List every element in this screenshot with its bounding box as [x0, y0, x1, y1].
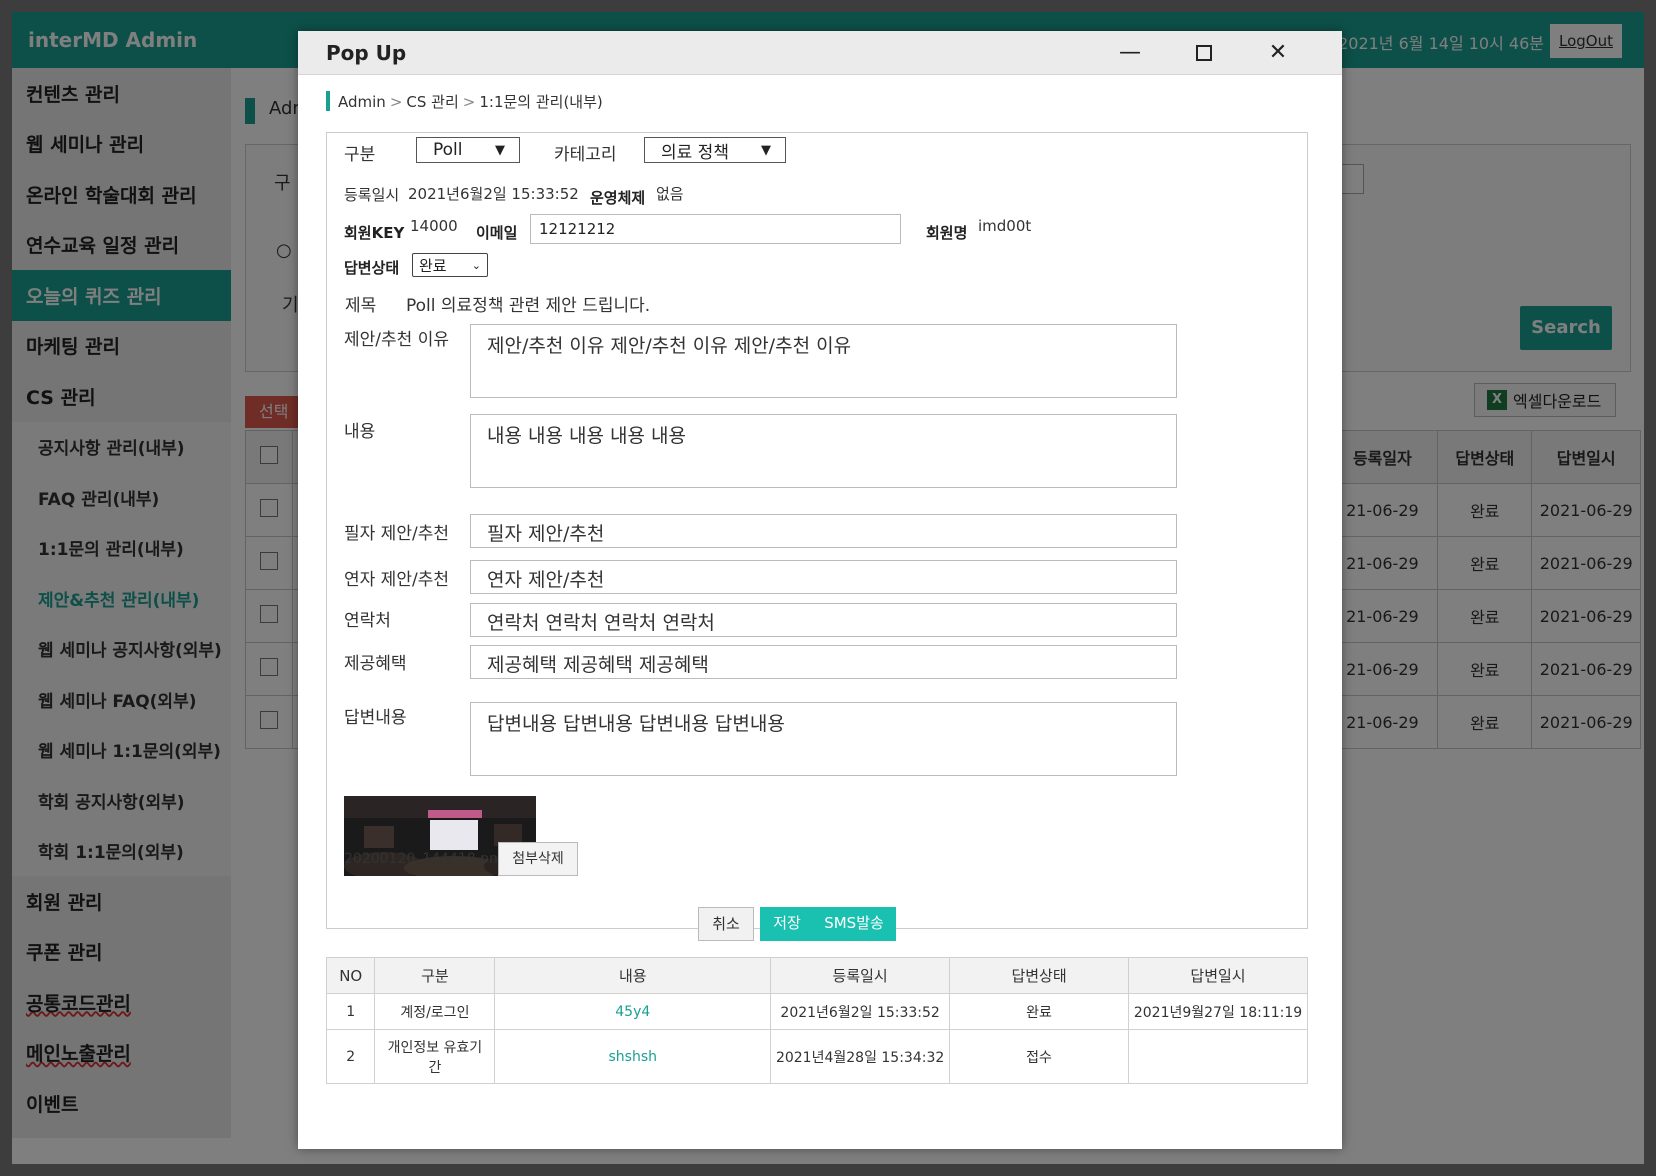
history-content-link[interactable]: shshsh — [494, 1029, 772, 1084]
breadcrumb-sep: > — [462, 93, 476, 111]
os-label: 운영체제 — [590, 189, 646, 207]
history-registered: 2021년4월28일 15:34:32 — [770, 1029, 951, 1084]
registered-label: 등록일시 — [344, 186, 400, 204]
subject-label: 제목 — [345, 296, 377, 316]
answer-status-select[interactable]: 완료 ⌄ — [412, 253, 488, 277]
breadcrumb-item-admin: Admin — [338, 93, 386, 111]
type-select[interactable]: Poll ▼ — [416, 137, 520, 163]
os-value: 없음 — [656, 185, 684, 203]
type-label: 구분 — [344, 145, 376, 165]
modal-breadcrumb-marker — [326, 91, 330, 111]
member-name-label: 회원명 — [926, 224, 968, 242]
modal-title: Pop Up — [326, 41, 407, 65]
history-no: 1 — [325, 993, 376, 1030]
writer-label: 필자 제안/추천 — [344, 524, 449, 544]
member-key-label: 회원KEY — [344, 224, 405, 242]
breadcrumb-item-cs: CS 관리 — [406, 93, 459, 111]
history-registered: 2021년6월2일 15:33:52 — [770, 993, 951, 1030]
history-type: 개인정보 유효기간 — [374, 1029, 496, 1084]
history-status: 접수 — [949, 1029, 1130, 1084]
writer-field[interactable]: 필자 제안/추천 — [470, 514, 1177, 548]
member-key-value: 14000 — [410, 217, 458, 235]
benefit-label: 제공혜택 — [344, 654, 407, 674]
history-content-link[interactable]: 45y4 — [494, 993, 772, 1030]
content-textarea[interactable]: 내용 내용 내용 내용 내용 — [470, 414, 1177, 488]
breadcrumb-item-inquiry: 1:1문의 관리(내부) — [479, 93, 603, 111]
history-status: 완료 — [949, 993, 1130, 1030]
category-label: 카테고리 — [554, 145, 617, 165]
cancel-button[interactable]: 취소 — [698, 907, 754, 941]
modal-titlebar: Pop Up — ✕ — [298, 31, 1342, 75]
chevron-down-icon: ▼ — [761, 142, 771, 158]
history-answered — [1128, 1029, 1308, 1084]
table-row[interactable]: 1 계정/로그인 45y4 2021년6월2일 15:33:52 완료 2021… — [325, 993, 1308, 1030]
history-header-content: 내용 — [494, 957, 772, 994]
history-header-registered: 등록일시 — [770, 957, 951, 994]
type-select-value: Poll — [433, 140, 463, 160]
speaker-label: 연자 제안/추천 — [344, 570, 449, 590]
delete-attachment-button[interactable]: 첨부삭제 — [498, 842, 578, 876]
answer-status-label: 답변상태 — [344, 259, 400, 277]
reason-label: 제안/추천 이유 — [344, 330, 449, 350]
history-header-no: NO — [325, 957, 376, 994]
inquiry-history-table: NO 구분 내용 등록일시 답변상태 답변일시 1 계정/로그인 45y4 20… — [325, 957, 1308, 1084]
history-header-type: 구분 — [374, 957, 496, 994]
history-no: 2 — [325, 1029, 376, 1084]
contact-field[interactable]: 연락처 연락처 연락처 연락처 — [470, 603, 1177, 637]
contact-label: 연락처 — [344, 611, 391, 631]
history-header-row: NO 구분 내용 등록일시 답변상태 답변일시 — [325, 957, 1308, 994]
category-select-value: 의료 정책 — [661, 142, 729, 163]
category-select[interactable]: 의료 정책 ▼ — [644, 137, 786, 163]
registered-value: 2021년6월2일 15:33:52 — [408, 185, 579, 203]
reason-textarea[interactable]: 제안/추천 이유 제안/추천 이유 제안/추천 이유 — [470, 324, 1177, 398]
minimize-icon[interactable]: — — [1110, 39, 1150, 67]
breadcrumb-sep: > — [389, 93, 403, 111]
popup-modal: Pop Up — ✕ Admin > CS 관리 >1:1문의 관리(내부) 구분 P… — [298, 31, 1342, 1149]
email-label: 이메일 — [476, 224, 518, 242]
table-row[interactable]: 2 개인정보 유효기간 shshsh 2021년4월28일 15:34:32 접… — [325, 1029, 1308, 1084]
subject-value: Poll 의료정책 관련 제안 드립니다. — [406, 296, 651, 316]
answer-textarea[interactable]: 답변내용 답변내용 답변내용 답변내용 — [470, 702, 1177, 776]
history-header-status: 답변상태 — [949, 957, 1130, 994]
history-answered: 2021년9월27일 18:11:19 — [1128, 993, 1308, 1030]
speaker-field[interactable]: 연자 제안/추천 — [470, 560, 1177, 594]
member-name-value: imd00t — [978, 217, 1032, 235]
save-button[interactable]: 저장 — [760, 907, 814, 941]
benefit-field[interactable]: 제공혜택 제공혜택 제공혜택 — [470, 645, 1177, 679]
history-type: 계정/로그인 — [374, 993, 496, 1030]
maximize-square-icon — [1196, 45, 1212, 61]
chevron-down-icon: ▼ — [495, 142, 505, 158]
email-field[interactable]: 12121212 — [530, 214, 901, 244]
attachment-filename: 20200120_144418.png — [344, 851, 507, 867]
close-icon[interactable]: ✕ — [1258, 39, 1298, 67]
chevron-down-icon: ⌄ — [471, 258, 481, 272]
maximize-icon[interactable] — [1184, 39, 1224, 67]
history-header-answered: 답변일시 — [1128, 957, 1308, 994]
send-sms-button[interactable]: SMS발송 — [812, 907, 896, 941]
modal-breadcrumb: Admin > CS 관리 >1:1문의 관리(내부) — [338, 91, 603, 112]
answer-label: 답변내용 — [344, 708, 407, 728]
answer-status-value: 완료 — [419, 256, 447, 275]
content-label: 내용 — [344, 422, 376, 442]
